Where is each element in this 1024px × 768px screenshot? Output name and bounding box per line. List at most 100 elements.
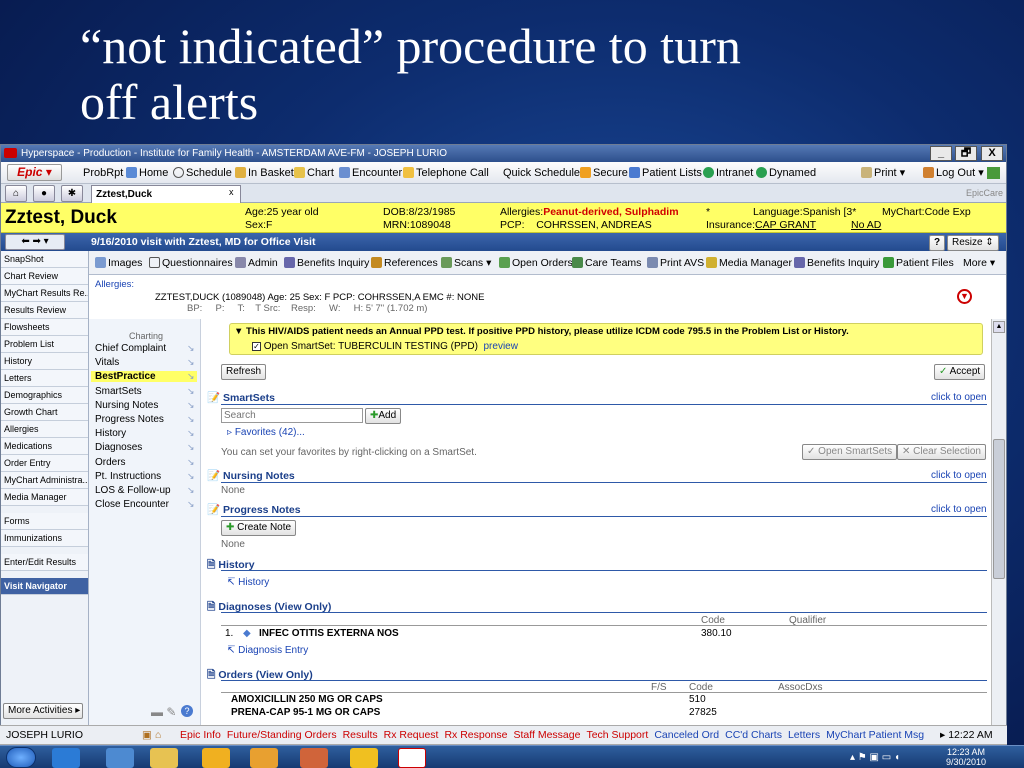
allergies-field[interactable]: Allergies:Peanut-derived, Sulphadim — [500, 206, 679, 218]
alert-stop-icon[interactable]: ▼ — [957, 289, 972, 304]
menu-chart[interactable]: Chart — [294, 162, 334, 184]
progress-click-to-open[interactable]: click to open — [931, 504, 987, 515]
charting-jump-icon[interactable]: ↘ — [187, 485, 195, 496]
advance-directive[interactable]: No AD — [851, 219, 881, 231]
minimize-button[interactable]: _ — [930, 146, 952, 161]
epic-taskbar-icon[interactable] — [398, 748, 426, 768]
sidebar-item-mychart-administra[interactable]: MyChart Administra... — [1, 472, 88, 489]
toolbar-admin[interactable]: Admin — [235, 251, 278, 275]
epic-menu-button[interactable]: Epic ▾ — [7, 164, 62, 181]
sidebar-item-problem-list[interactable]: Problem List — [1, 336, 88, 353]
smartset-search-input[interactable] — [221, 408, 363, 423]
history-link[interactable]: ↸ History — [227, 577, 269, 588]
sidebar-item-mychart-results-re[interactable]: MyChart Results Re... — [1, 285, 88, 302]
status-link-cc-d-charts[interactable]: CC'd Charts — [725, 729, 782, 741]
content-scrollbar[interactable]: ▲ ▼ — [991, 319, 1006, 743]
sidebar-item-demographics[interactable]: Demographics — [1, 387, 88, 404]
tab-patient[interactable]: Zztest,Duck — [91, 185, 241, 203]
charting-item-orders[interactable]: Orders — [95, 457, 126, 468]
charting-jump-icon[interactable]: ↘ — [187, 442, 195, 453]
menu-intranet[interactable]: Intranet — [703, 162, 753, 184]
scroll-up-arrow[interactable]: ▲ — [993, 321, 1005, 333]
refresh-button[interactable]: Refresh — [221, 364, 267, 380]
charting-jump-icon[interactable]: ↘ — [187, 499, 195, 510]
menu-inbasket[interactable]: In Basket — [235, 162, 294, 184]
charting-jump-icon[interactable]: ↘ — [187, 457, 195, 468]
menu-secure[interactable]: Secure — [580, 162, 628, 184]
charting-jump-icon[interactable]: ↘ — [187, 371, 195, 382]
favorites-toggle[interactable]: ▹ Favorites (42)... — [227, 427, 305, 438]
status-link-canceled-ord[interactable]: Canceled Ord — [654, 729, 719, 741]
menu-encounter[interactable]: Encounter — [339, 162, 402, 184]
create-note-button[interactable]: ✚ Create Note — [221, 520, 297, 536]
menu-probrpt[interactable]: ProbRpt — [83, 162, 123, 184]
diagnosis-entry-link[interactable]: ↸ Diagnosis Entry — [227, 645, 308, 656]
sidebar-item-immunizations[interactable]: Immunizations — [1, 530, 88, 547]
sidebar-item-chart-review[interactable]: Chart Review — [1, 268, 88, 285]
charting-item-bestpractice[interactable]: BestPractice — [91, 371, 197, 383]
charting-item-chief-complaint[interactable]: Chief Complaint — [95, 343, 166, 354]
menu-home[interactable]: Home — [126, 162, 168, 184]
charting-item-smartsets[interactable]: SmartSets — [95, 386, 142, 397]
powerpoint-taskbar-icon[interactable] — [300, 748, 328, 768]
toolbar-patient-files[interactable]: Patient Files — [883, 251, 954, 275]
toolbar-benefits-inquiry-2[interactable]: Benefits Inquiry — [794, 251, 879, 275]
clear-selection-button[interactable]: ✕ Clear Selection — [897, 444, 986, 460]
charting-jump-icon[interactable]: ↘ — [187, 343, 195, 354]
menu-schedule[interactable]: Schedule — [173, 162, 232, 184]
menu-print[interactable]: Print ▾ — [861, 162, 905, 184]
sidebar-item-allergies[interactable]: Allergies — [1, 421, 88, 438]
outlook-taskbar-icon[interactable] — [250, 748, 278, 768]
sidebar-item-growth-chart[interactable]: Growth Chart — [1, 404, 88, 421]
charting-jump-icon[interactable]: ↘ — [187, 428, 195, 439]
status-link-epic-info[interactable]: Epic Info — [180, 729, 221, 741]
help-button[interactable]: ? — [929, 235, 946, 251]
start-button[interactable] — [6, 747, 36, 768]
sidebar-item-media-manager[interactable]: Media Manager — [1, 489, 88, 506]
tray-clock[interactable]: 12:23 AM 9/30/2010 — [946, 747, 986, 767]
edit-pencil-icon[interactable]: ▬ ✎ — [151, 705, 176, 719]
back-forward-buttons[interactable]: ⬅ ➡ ▾ — [5, 234, 65, 250]
sidebar-item-forms[interactable]: Forms — [1, 513, 88, 530]
toolbar-benefits-inquiry[interactable]: Benefits Inquiry — [284, 251, 369, 275]
toolbar-questionnaires[interactable]: Questionnaires — [149, 251, 233, 275]
open-smartset-checkbox[interactable]: ✓ Open SmartSet: TUBERCULIN TESTING (PPD… — [252, 341, 518, 352]
media-taskbar-icon[interactable] — [106, 748, 134, 768]
scroll-thumb[interactable] — [993, 439, 1005, 579]
sidebar-item-history[interactable]: History — [1, 353, 88, 370]
sidebar-item-visit-navigator[interactable]: Visit Navigator — [1, 578, 88, 595]
status-link-tech-support[interactable]: Tech Support — [586, 729, 648, 741]
charting-item-close-encounter[interactable]: Close Encounter — [95, 499, 169, 510]
charting-jump-icon[interactable]: ↘ — [187, 386, 195, 397]
charting-item-nursing-notes[interactable]: Nursing Notes — [95, 400, 158, 411]
ie-taskbar-icon[interactable] — [52, 748, 80, 768]
sidebar-item-snapshot[interactable]: SnapShot — [1, 251, 88, 268]
insurance-field[interactable]: Insurance:CAP GRANT — [706, 219, 816, 231]
sidebar-item-order-entry[interactable]: Order Entry — [1, 455, 88, 472]
plant-tab-button[interactable]: ✱ — [61, 185, 83, 202]
toolbar-care-teams[interactable]: Care Teams — [572, 251, 641, 275]
charting-jump-icon[interactable]: ↘ — [187, 471, 195, 482]
resize-button[interactable]: Resize ⇕ — [947, 235, 999, 251]
home-tab-button[interactable]: ⌂ — [5, 185, 27, 202]
status-link-future-standing-orders[interactable]: Future/Standing Orders — [227, 729, 337, 741]
toolbar-scans[interactable]: Scans ▾ — [441, 251, 491, 275]
charting-item-los-follow-up[interactable]: LOS & Follow-up — [95, 485, 171, 496]
charting-jump-icon[interactable]: ↘ — [187, 357, 195, 368]
toolbar-more[interactable]: More ▾ — [963, 251, 995, 275]
explorer-taskbar-icon[interactable] — [150, 748, 178, 768]
menu-telephone[interactable]: Telephone Call — [403, 162, 489, 184]
charting-item-progress-notes[interactable]: Progress Notes — [95, 414, 164, 425]
charting-item-vitals[interactable]: Vitals — [95, 357, 119, 368]
snowflake-taskbar-icon[interactable] — [350, 748, 378, 768]
smartsets-click-to-open[interactable]: click to open — [931, 392, 987, 403]
status-link-mychart-patient-msg[interactable]: MyChart Patient Msg — [826, 729, 924, 741]
menu-quick-schedule[interactable]: Quick Schedule — [503, 162, 580, 184]
charting-item-diagnoses[interactable]: Diagnoses — [95, 442, 142, 453]
tray-icons[interactable]: ▴ ⚑ ▣ ▭ ◖ — [850, 752, 900, 763]
status-link-results[interactable]: Results — [343, 729, 378, 741]
sidebar-item-flowsheets[interactable]: Flowsheets — [1, 319, 88, 336]
add-smartset-button[interactable]: ✚Add — [365, 408, 402, 424]
charting-item-pt-instructions[interactable]: Pt. Instructions — [95, 471, 161, 482]
status-link-rx-response[interactable]: Rx Response — [444, 729, 507, 741]
